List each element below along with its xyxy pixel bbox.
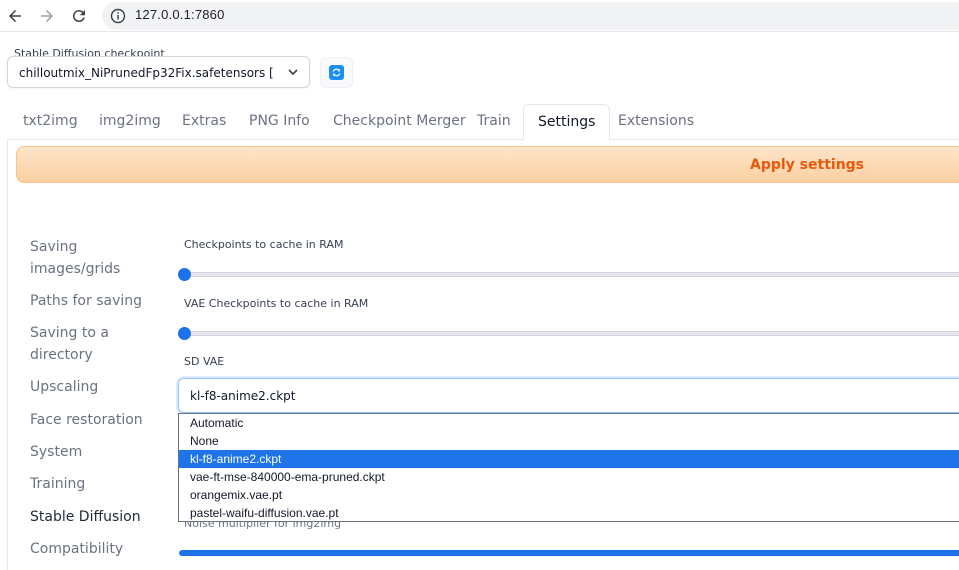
tab-png-info[interactable]: PNG Info xyxy=(235,104,324,140)
dropdown-option-pastel-waifu[interactable]: pastel-waifu-diffusion.vae.pt xyxy=(179,504,959,522)
back-icon[interactable] xyxy=(3,4,27,28)
sidebar-item-compatibility[interactable]: Compatibility xyxy=(30,538,123,560)
dropdown-option-none[interactable]: None xyxy=(179,432,959,450)
dropdown-option-orangemix[interactable]: orangemix.vae.pt xyxy=(179,486,959,504)
forward-icon[interactable] xyxy=(35,4,59,28)
info-icon[interactable] xyxy=(110,8,126,24)
refresh-icon xyxy=(329,65,344,80)
sd-vae-value: kl-f8-anime2.ckpt xyxy=(190,389,296,403)
sidebar-item-stable-diffusion[interactable]: Stable Diffusion xyxy=(30,506,141,528)
sidebar-item-face-restoration[interactable]: Face restoration xyxy=(30,409,143,431)
vae-cache-label: VAE Checkpoints to cache in RAM xyxy=(184,297,369,310)
vae-cache-slider[interactable] xyxy=(184,331,959,336)
browser-toolbar: 127.0.0.1:7860 xyxy=(0,0,959,32)
sidebar-item-saving-to-directory[interactable]: Saving to a directory xyxy=(30,322,130,366)
checkpoint-value: chilloutmix_NiPrunedFp32Fix.safetensors … xyxy=(19,66,274,80)
sd-vae-label: SD VAE xyxy=(184,355,225,368)
sidebar-item-upscaling[interactable]: Upscaling xyxy=(30,376,98,398)
tab-extras[interactable]: Extras xyxy=(168,104,240,140)
tab-txt2img[interactable]: txt2img xyxy=(9,104,92,140)
dropdown-option-kl-f8-anime2[interactable]: kl-f8-anime2.ckpt xyxy=(179,450,959,468)
tab-train[interactable]: Train xyxy=(463,104,525,140)
dropdown-option-vae-ft-mse[interactable]: vae-ft-mse-840000-ema-pruned.ckpt xyxy=(179,468,959,486)
apply-settings-button[interactable]: Apply settings xyxy=(16,146,959,183)
sidebar-item-saving-images[interactable]: Saving images/grids xyxy=(30,236,140,280)
ckpt-cache-slider-thumb[interactable] xyxy=(178,268,191,281)
dropdown-option-automatic[interactable]: Automatic xyxy=(179,414,959,432)
refresh-checkpoints-button[interactable] xyxy=(320,57,353,88)
tab-extensions[interactable]: Extensions xyxy=(604,104,708,140)
tab-img2img[interactable]: img2img xyxy=(85,104,175,140)
ckpt-cache-label: Checkpoints to cache in RAM xyxy=(184,238,344,251)
address-bar[interactable]: 127.0.0.1:7860 xyxy=(102,2,959,30)
tab-settings[interactable]: Settings xyxy=(523,104,611,141)
apply-settings-label: Apply settings xyxy=(750,157,865,173)
reload-icon[interactable] xyxy=(67,4,91,28)
img2img-noise-slider[interactable] xyxy=(179,550,959,556)
checkpoint-select[interactable]: chilloutmix_NiPrunedFp32Fix.safetensors … xyxy=(7,56,310,88)
sd-vae-select[interactable]: kl-f8-anime2.ckpt xyxy=(178,378,959,413)
main-tabs: txt2img img2img Extras PNG Info Checkpoi… xyxy=(7,104,959,141)
ckpt-cache-slider[interactable] xyxy=(184,272,959,277)
sidebar-item-training[interactable]: Training xyxy=(30,473,85,495)
url-text: 127.0.0.1:7860 xyxy=(135,7,225,22)
chevron-down-icon xyxy=(288,69,298,76)
tab-checkpoint-merger[interactable]: Checkpoint Merger xyxy=(319,104,480,140)
sidebar-item-paths-for-saving[interactable]: Paths for saving xyxy=(30,290,142,312)
sidebar-item-system[interactable]: System xyxy=(30,441,82,463)
sd-vae-dropdown-list: Automatic None kl-f8-anime2.ckpt vae-ft-… xyxy=(178,413,959,522)
vae-cache-slider-thumb[interactable] xyxy=(178,327,191,340)
